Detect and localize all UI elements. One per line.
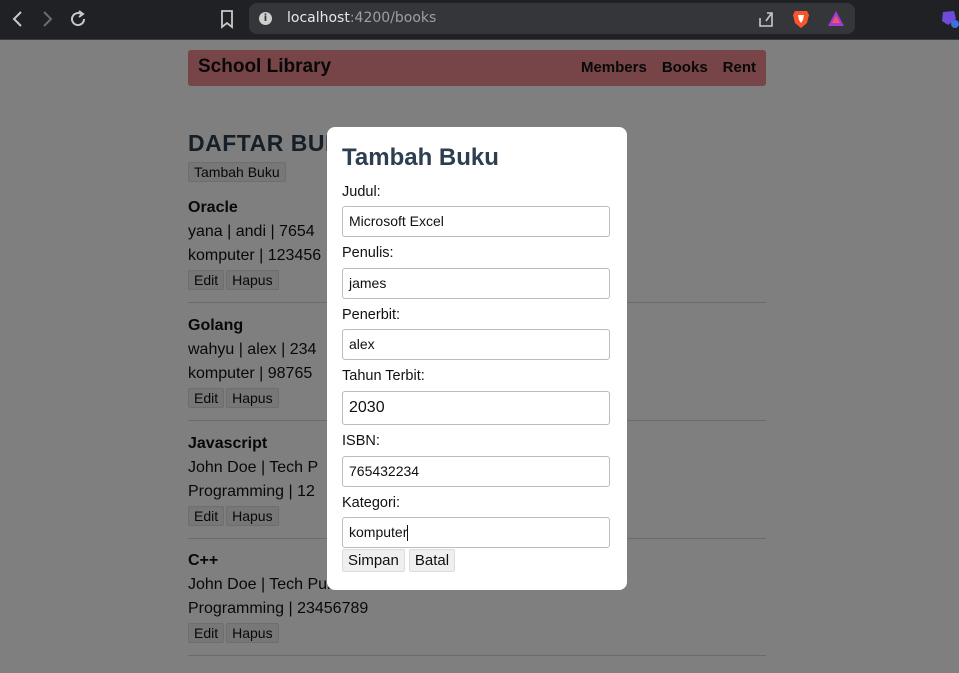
publisher-label: Penerbit: bbox=[342, 307, 401, 323]
category-input[interactable]: komputer bbox=[342, 517, 610, 548]
category-label: Kategori: bbox=[342, 495, 401, 511]
url-host: localhost bbox=[287, 10, 350, 26]
cancel-button[interactable]: Batal bbox=[408, 549, 456, 572]
isbn-input[interactable]: 765432234 bbox=[342, 456, 610, 487]
publisher-input[interactable]: alex bbox=[342, 329, 610, 360]
text-caret bbox=[407, 525, 409, 542]
share-icon[interactable] bbox=[756, 9, 776, 29]
title-label: Judul: bbox=[342, 184, 381, 200]
author-label: Penulis: bbox=[342, 245, 394, 261]
save-button[interactable]: Simpan bbox=[342, 549, 405, 572]
year-input[interactable]: 2030 bbox=[342, 391, 610, 425]
bookmark-icon[interactable] bbox=[217, 8, 237, 30]
back-icon[interactable] bbox=[7, 8, 29, 30]
url-text[interactable]: localhost:4200/books bbox=[287, 10, 436, 26]
category-value: komputer bbox=[349, 524, 408, 540]
rewards-icon[interactable] bbox=[827, 10, 845, 28]
site-info-icon[interactable]: i bbox=[259, 12, 272, 25]
reload-icon[interactable] bbox=[67, 8, 89, 30]
year-label: Tahun Terbit: bbox=[342, 368, 425, 384]
url-path: :4200/books bbox=[349, 10, 437, 26]
isbn-label: ISBN: bbox=[342, 433, 380, 449]
extension-icon[interactable] bbox=[940, 9, 959, 29]
modal-actions: Simpan Batal bbox=[342, 549, 456, 572]
modal-title: Tambah Buku bbox=[342, 144, 499, 171]
author-input[interactable]: james bbox=[342, 268, 610, 299]
title-input[interactable]: Microsoft Excel bbox=[342, 206, 610, 237]
brave-shield-icon[interactable] bbox=[792, 9, 810, 29]
address-bar[interactable]: i localhost:4200/books bbox=[249, 3, 855, 34]
forward-icon[interactable] bbox=[36, 8, 58, 30]
add-book-modal: Tambah Buku Judul: Microsoft Excel Penul… bbox=[327, 127, 627, 590]
browser-toolbar: i localhost:4200/books bbox=[0, 0, 959, 40]
